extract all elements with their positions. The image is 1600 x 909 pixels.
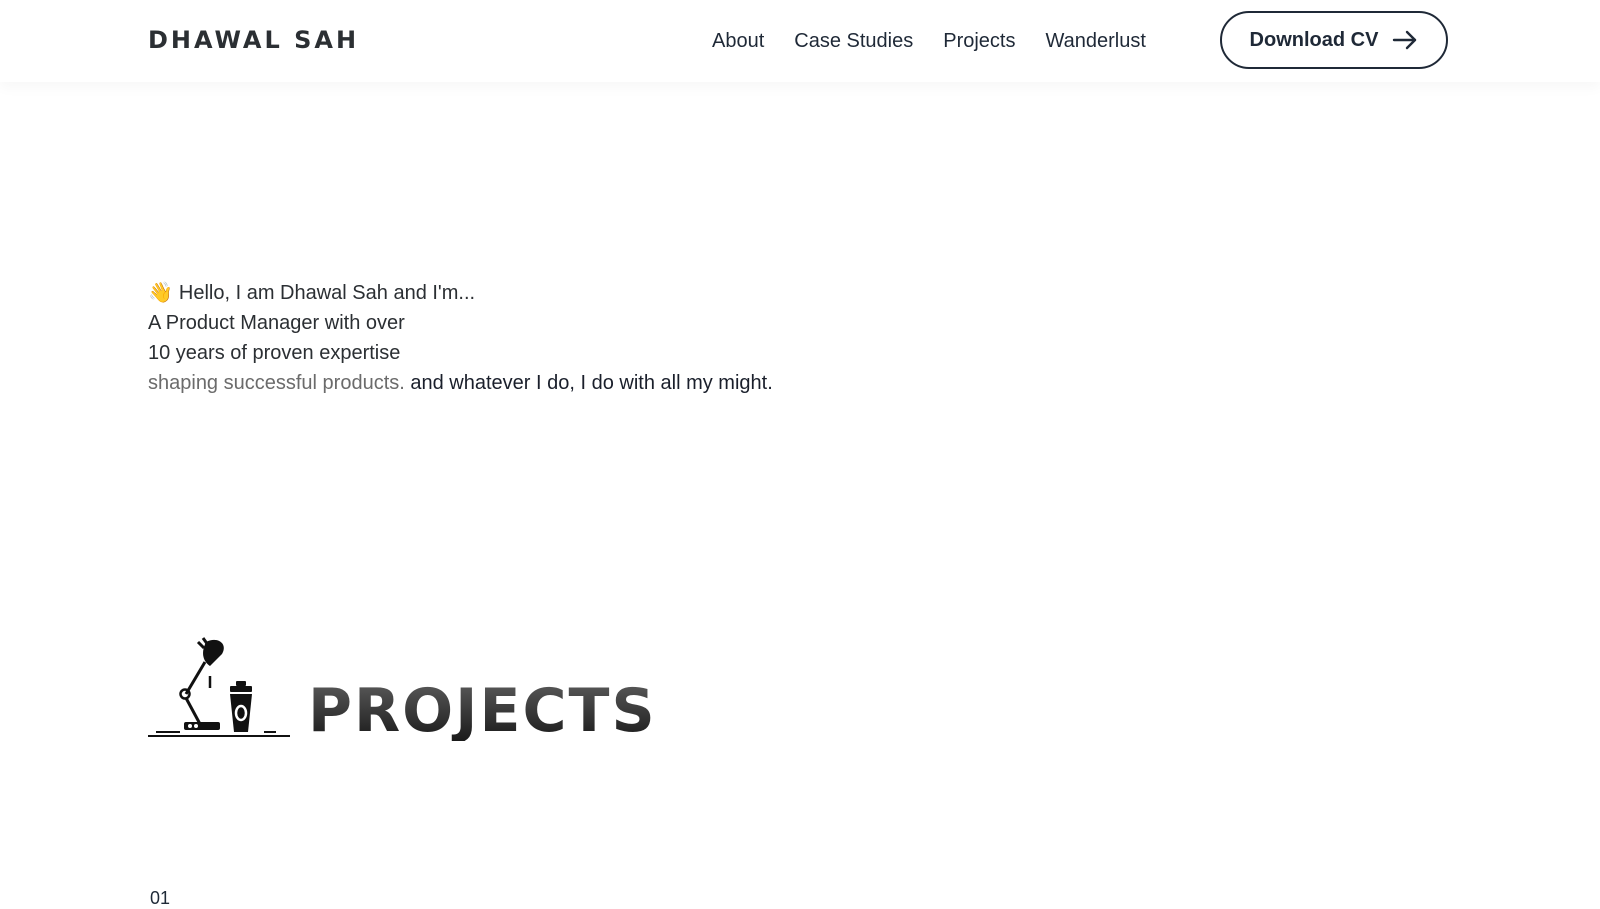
projects-title: PROJECTS — [308, 676, 657, 746]
hero-intro: 👋 Hello, I am Dhawal Sah and I'm... A Pro… — [148, 278, 773, 398]
brand-logo[interactable]: DHAWAL SAH — [148, 26, 359, 54]
hero-line-3: shaping successful products. and whateve… — [148, 368, 773, 398]
hero-line-1: A Product Manager with over — [148, 312, 405, 334]
nav-projects[interactable]: Projects — [943, 30, 1015, 53]
hero-greeting: 👋 Hello, I am Dhawal Sah and I'm... — [148, 278, 773, 308]
nav-about[interactable]: About — [712, 30, 764, 53]
download-cv-label: Download CV — [1249, 28, 1379, 51]
waving-hand-icon: 👋 — [148, 282, 173, 304]
desk-lamp-coffee-icon — [148, 636, 290, 745]
project-number: 01 — [150, 888, 171, 908]
hero-line-3-muted: shaping successful products. — [148, 372, 405, 394]
main-nav: About Case Studies Projects Wanderlust — [712, 30, 1146, 53]
hero-greeting-text: Hello, I am Dhawal Sah and I'm... — [178, 282, 476, 304]
hero-line-3-strong: and whatever I do, I do with all my migh… — [410, 372, 773, 394]
projects-heading: PROJECTS — [148, 636, 657, 745]
hero-line-2: 10 years of proven expertise — [148, 342, 401, 364]
download-cv-button[interactable]: Download CV — [1220, 11, 1448, 69]
arrow-right-icon — [1392, 30, 1418, 50]
site-header: DHAWAL SAH About Case Studies Projects W… — [0, 0, 1600, 82]
nav-case-studies[interactable]: Case Studies — [794, 30, 913, 53]
nav-wanderlust[interactable]: Wanderlust — [1045, 30, 1145, 53]
